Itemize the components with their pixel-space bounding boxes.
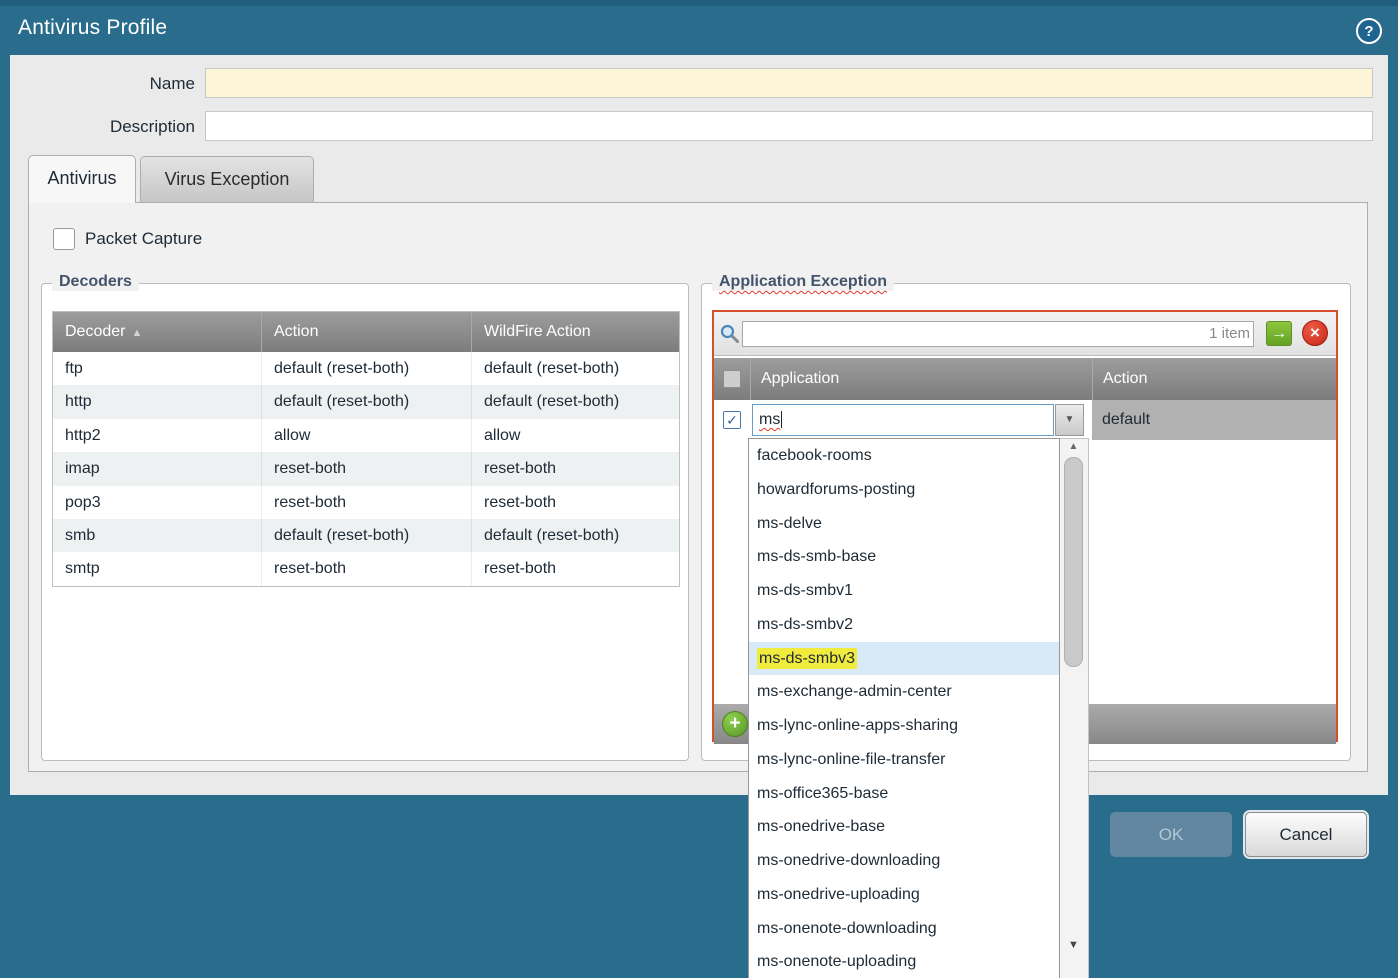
description-field[interactable] — [205, 111, 1373, 141]
dropdown-item[interactable]: howardforums-posting — [749, 473, 1059, 507]
table-row[interactable]: ftpdefault (reset-both)default (reset-bo… — [53, 352, 679, 385]
dropdown-item[interactable]: ms-ds-smbv2 — [749, 608, 1059, 642]
dropdown-item[interactable]: ms-delve — [749, 507, 1059, 541]
application-combo: ms ▼ — [750, 400, 1092, 440]
dropdown-item[interactable]: ms-onedrive-base — [749, 810, 1059, 844]
packet-capture-checkbox[interactable] — [53, 228, 75, 250]
tab-antivirus[interactable]: Antivirus — [28, 155, 136, 203]
table-row[interactable]: pop3reset-bothreset-both — [53, 486, 679, 519]
table-row[interactable]: imapreset-bothreset-both — [53, 452, 679, 485]
dropdown-scrollbar[interactable]: ▲ ▼ — [1060, 438, 1089, 978]
application-dropdown: facebook-rooms howardforums-posting ms-d… — [748, 438, 1089, 978]
ok-button[interactable]: OK — [1110, 812, 1232, 857]
arrow-right-icon: → — [1271, 325, 1287, 342]
dialog-titlebar: Antivirus Profile ? — [0, 0, 1398, 55]
decoder-column-header[interactable]: Decoder▲ — [53, 312, 261, 352]
dropdown-item[interactable]: ms-lync-online-file-transfer — [749, 743, 1059, 777]
dropdown-item[interactable]: ms-ds-smbv1 — [749, 574, 1059, 608]
decoders-legend: Decoders — [52, 273, 139, 291]
action-column-header[interactable]: Action — [1092, 358, 1336, 400]
close-icon: × — [1310, 323, 1320, 342]
chevron-down-icon: ▼ — [1065, 414, 1075, 425]
scroll-up-icon[interactable]: ▲ — [1060, 441, 1087, 452]
action-column-header[interactable]: Action — [261, 312, 471, 352]
name-field[interactable] — [205, 68, 1373, 98]
table-row[interactable]: smtpreset-bothreset-both — [53, 552, 679, 585]
filter-search-input[interactable] — [742, 321, 1254, 347]
tab-virus-exception[interactable]: Virus Exception — [140, 156, 314, 202]
filter-toolbar: 1 item → × — [714, 312, 1336, 356]
decoders-table: Decoder▲ Action WildFire Action ftpdefau… — [52, 311, 680, 587]
plus-icon: + — [729, 713, 740, 734]
cancel-button[interactable]: Cancel — [1245, 812, 1367, 857]
dropdown-item[interactable]: ms-onedrive-downloading — [749, 844, 1059, 878]
application-combo-input[interactable]: ms — [752, 404, 1054, 436]
antivirus-tab-panel: Packet Capture Decoders Decoder▲ Action … — [28, 202, 1368, 772]
table-row[interactable]: httpdefault (reset-both)default (reset-b… — [53, 385, 679, 418]
scrollbar-thumb[interactable] — [1064, 457, 1083, 667]
search-icon — [719, 323, 740, 344]
dropdown-item[interactable]: ms-ds-smb-base — [749, 540, 1059, 574]
combo-dropdown-button[interactable]: ▼ — [1055, 404, 1084, 436]
checkmark-icon: ✓ — [726, 412, 738, 428]
antivirus-profile-dialog: Antivirus Profile ? Name Description Ant… — [0, 0, 1398, 978]
description-label: Description — [10, 112, 195, 142]
decoders-section: Decoders Decoder▲ Action WildFire Action… — [41, 283, 689, 761]
select-all-checkbox[interactable] — [723, 370, 741, 388]
dropdown-item[interactable]: ms-onenote-downloading — [749, 912, 1059, 946]
dropdown-item[interactable]: facebook-rooms — [749, 439, 1059, 473]
dropdown-item[interactable]: ms-exchange-admin-center — [749, 675, 1059, 709]
application-exception-legend: Application Exception — [712, 273, 894, 291]
application-dropdown-list: facebook-rooms howardforums-posting ms-d… — [748, 438, 1060, 978]
name-label: Name — [10, 69, 195, 99]
application-column-header[interactable]: Application — [750, 358, 1092, 400]
text-caret — [781, 411, 782, 428]
decoders-table-header: Decoder▲ Action WildFire Action — [53, 312, 679, 352]
row-checkbox[interactable]: ✓ — [723, 411, 741, 429]
dropdown-item[interactable]: ms-lync-online-apps-sharing — [749, 709, 1059, 743]
app-exception-table-header: Application Action — [714, 358, 1336, 400]
wildfire-action-column-header[interactable]: WildFire Action — [471, 312, 679, 352]
action-cell[interactable]: default — [1092, 400, 1336, 440]
dropdown-item[interactable]: ms-onenote-uploading — [749, 945, 1059, 978]
app-exception-row: ✓ ms ▼ default — [714, 400, 1336, 440]
help-icon[interactable]: ? — [1356, 18, 1382, 44]
apply-filter-button[interactable]: → — [1266, 321, 1292, 346]
dropdown-item[interactable]: ms-office365-base — [749, 777, 1059, 811]
add-row-button[interactable]: + — [722, 711, 748, 737]
dialog-content: Name Description Antivirus Virus Excepti… — [10, 55, 1388, 795]
table-row[interactable]: http2allowallow — [53, 419, 679, 452]
dropdown-item[interactable]: ms-onedrive-uploading — [749, 878, 1059, 912]
dropdown-item-selected[interactable]: ms-ds-smbv3 — [749, 642, 1059, 676]
table-row[interactable]: smbdefault (reset-both)default (reset-bo… — [53, 519, 679, 552]
clear-filter-button[interactable]: × — [1302, 320, 1328, 346]
scroll-down-icon[interactable]: ▼ — [1060, 939, 1087, 951]
packet-capture-label: Packet Capture — [85, 228, 202, 250]
sort-ascending-icon: ▲ — [131, 327, 142, 339]
dialog-title: Antivirus Profile — [18, 16, 167, 40]
